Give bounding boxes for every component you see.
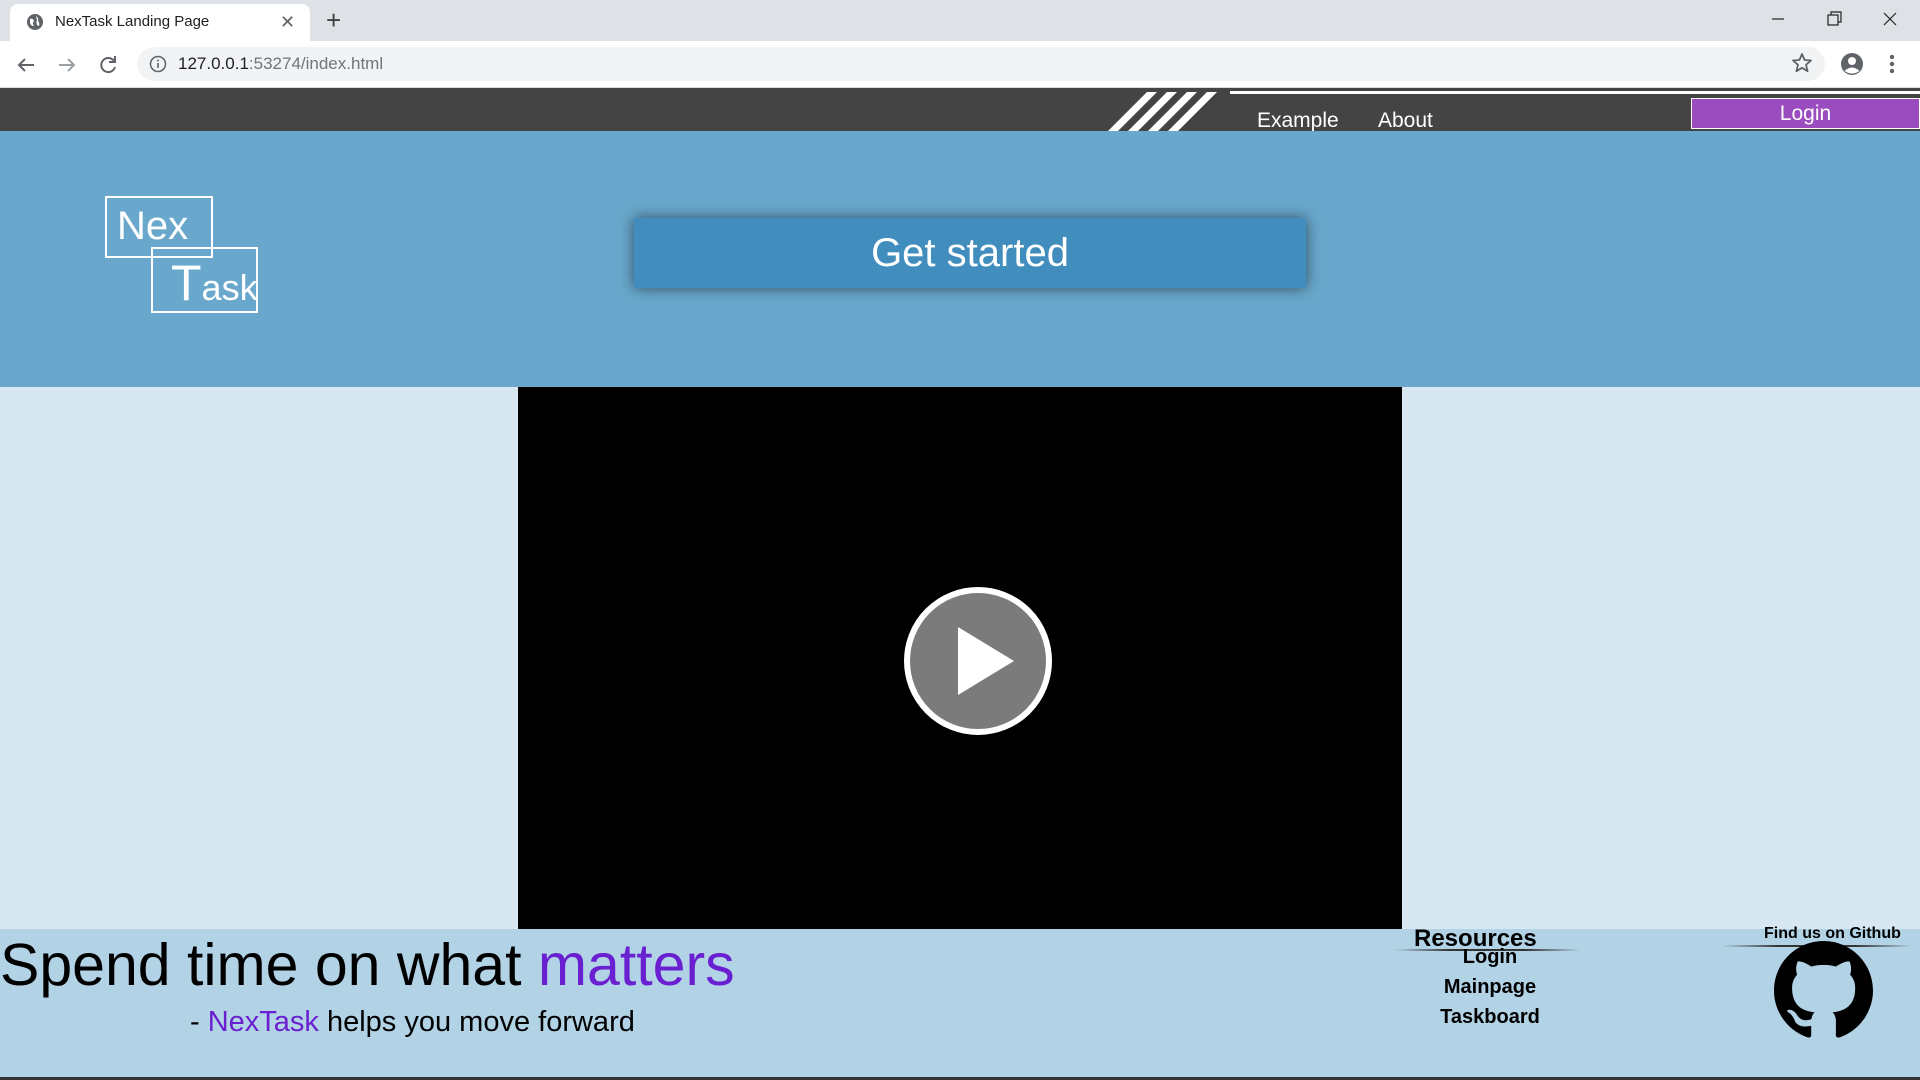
profile-avatar-icon[interactable] bbox=[1839, 51, 1865, 77]
browser-toolbar: 127.0.0.1:53274/index.html bbox=[0, 41, 1920, 88]
sub-tagline-brand: NexTask bbox=[207, 1006, 319, 1038]
new-tab-button[interactable]: + bbox=[326, 5, 341, 35]
login-button[interactable]: Login bbox=[1691, 98, 1920, 129]
tab-close-icon[interactable]: ✕ bbox=[280, 12, 295, 32]
url-host: 127.0.0.1 bbox=[178, 54, 249, 73]
logo-text-bottom: Task bbox=[171, 258, 258, 313]
get-started-button[interactable]: Get started bbox=[634, 218, 1306, 288]
footer-link-login[interactable]: Login bbox=[1390, 946, 1590, 969]
browser-tab[interactable]: NexTask Landing Page ✕ bbox=[10, 4, 310, 41]
info-icon[interactable] bbox=[149, 55, 167, 73]
address-bar[interactable]: 127.0.0.1:53274/index.html bbox=[137, 47, 1825, 81]
logo-big-letter: T bbox=[171, 255, 202, 311]
nav-divider-line bbox=[1230, 91, 1920, 94]
decorative-stripes bbox=[1108, 92, 1217, 131]
forward-arrow-icon[interactable] bbox=[53, 51, 81, 79]
nextask-logo[interactable]: Nex Task bbox=[105, 196, 260, 314]
back-arrow-icon[interactable] bbox=[12, 51, 40, 79]
sub-tagline-prefix: - bbox=[190, 1006, 208, 1038]
reload-icon[interactable] bbox=[94, 51, 122, 79]
nav-link-example[interactable]: Example bbox=[1257, 109, 1339, 131]
footer-link-mainpage[interactable]: Mainpage bbox=[1390, 976, 1590, 999]
minimize-icon[interactable] bbox=[1758, 4, 1798, 34]
url-text: 127.0.0.1:53274/index.html bbox=[178, 54, 383, 74]
kebab-menu-icon[interactable] bbox=[1882, 51, 1902, 77]
hero-section: Nex Task Get started bbox=[0, 131, 1920, 387]
site-navbar: Example About Login bbox=[0, 88, 1920, 131]
footer: Spend time on what matters - NexTask hel… bbox=[0, 925, 1920, 1080]
tagline-accent: matters bbox=[537, 932, 735, 998]
tagline: Spend time on what matters bbox=[0, 931, 735, 999]
footer-link-taskboard[interactable]: Taskboard bbox=[1390, 1006, 1590, 1029]
nav-link-about[interactable]: About bbox=[1378, 109, 1433, 131]
play-icon[interactable] bbox=[904, 587, 1052, 735]
logo-text-bottom-rest: ask bbox=[201, 267, 258, 308]
bookmark-star-icon[interactable] bbox=[1790, 51, 1814, 75]
url-path: :53274/index.html bbox=[248, 54, 384, 73]
browser-tabstrip: NexTask Landing Page ✕ + bbox=[0, 0, 1920, 41]
github-icon[interactable] bbox=[1774, 941, 1873, 1040]
content-section bbox=[0, 387, 1920, 929]
video-player[interactable] bbox=[518, 387, 1402, 929]
logo-text-top: Nex bbox=[117, 204, 189, 248]
restore-icon[interactable] bbox=[1814, 4, 1854, 34]
tagline-prefix: Spend time on what bbox=[0, 932, 538, 998]
globe-icon bbox=[27, 14, 43, 30]
sub-tagline: - NexTask helps you move forward bbox=[190, 1004, 635, 1040]
tab-title: NexTask Landing Page bbox=[55, 13, 210, 30]
window-close-icon[interactable] bbox=[1870, 4, 1910, 34]
sub-tagline-suffix: helps you move forward bbox=[318, 1006, 635, 1038]
